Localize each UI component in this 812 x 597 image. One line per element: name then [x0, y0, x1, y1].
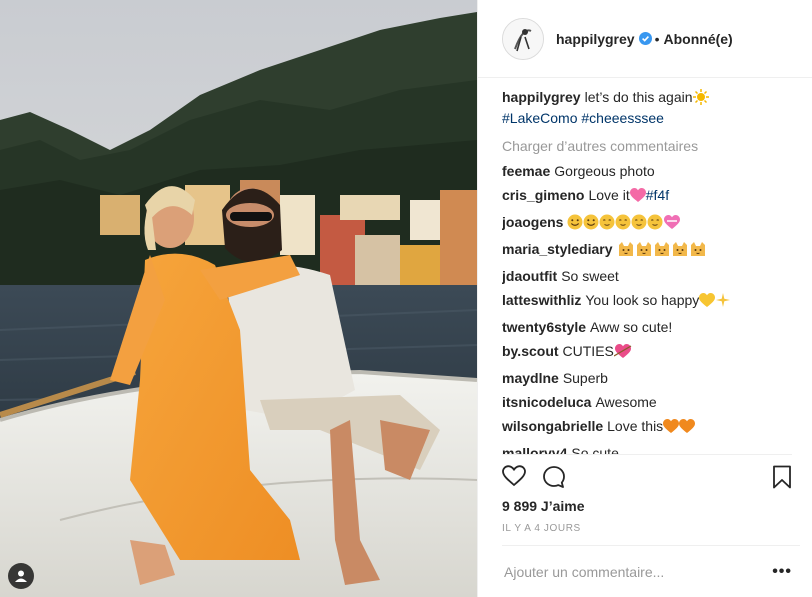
comment-row: malloryy4 So cute.: [502, 441, 800, 454]
sun-emoji-icon: [692, 89, 709, 109]
comment-text: Gorgeous photo: [554, 163, 655, 179]
cat-emoji-icon: [617, 240, 635, 264]
comment-text: Awesome: [595, 394, 657, 410]
like-heart-icon[interactable]: [502, 465, 526, 492]
comment-row: latteswithliz You look so happy: [502, 288, 800, 315]
post-photo[interactable]: [0, 0, 477, 597]
post-photo-illustration: [0, 0, 477, 597]
neutral-emoji-icon: [647, 213, 663, 237]
comment-row: by.scout CUTIES: [502, 339, 800, 366]
follow-status-button[interactable]: Abonné(e): [664, 31, 733, 47]
caption-text: let’s do this again: [584, 89, 693, 105]
comment-text: Love it: [588, 187, 630, 203]
add-comment-section: •••: [502, 545, 800, 597]
orange-heart-emoji-icon: [663, 417, 680, 441]
tagged-users-icon[interactable]: [8, 563, 34, 589]
comment-username[interactable]: feemae: [502, 163, 550, 179]
cat-emoji-icon: [653, 240, 671, 264]
hashtag-link[interactable]: #cheeesssee: [581, 110, 664, 126]
author-username[interactable]: happilygrey: [556, 31, 635, 47]
comment-text: So sweet: [561, 268, 619, 284]
comment-text: You look so happy: [585, 292, 700, 308]
comment-text: So cute.: [571, 445, 623, 454]
comment-username[interactable]: malloryy4: [502, 445, 567, 454]
avatar-image: [503, 18, 543, 59]
caption: happilygrey let’s do this again #LakeComo…: [502, 88, 800, 127]
hashtag-link[interactable]: #LakeComo: [502, 110, 578, 126]
verified-badge-icon: [638, 32, 652, 45]
comment-row: twenty6style Aww so cute!: [502, 315, 800, 339]
neutral-emoji-icon: [615, 213, 631, 237]
separator-dot: •: [654, 30, 660, 47]
comments-list[interactable]: happilygrey let’s do this again #LakeComo…: [502, 86, 800, 454]
pink-heart-emoji-icon: [629, 186, 646, 210]
comment-row: jdaoutfit So sweet: [502, 264, 800, 288]
gift-heart-emoji-icon: [663, 213, 681, 237]
comment-username[interactable]: joaogens: [502, 214, 563, 230]
likes-count[interactable]: 9 899 J’aime: [502, 498, 585, 514]
comment-text: Superb: [562, 370, 608, 386]
comment-username[interactable]: cris_gimeno: [502, 187, 584, 203]
comment-row: joaogens: [502, 210, 800, 237]
sparkles-emoji-icon: [715, 291, 731, 315]
hashtag-link[interactable]: #f4f: [646, 187, 669, 203]
comment-bubble-icon[interactable]: [542, 465, 566, 494]
neutral-emoji-icon: [631, 213, 647, 237]
comment-text: Love this: [607, 418, 664, 434]
smile-emoji-icon: [567, 213, 583, 237]
add-comment-input[interactable]: [502, 562, 756, 581]
comment-username[interactable]: jdaoutfit: [502, 268, 557, 284]
comment-row: feemae Gorgeous photo: [502, 159, 800, 183]
comment-text: Aww so cute!: [590, 319, 673, 335]
comment-row: wilsongabrielle Love this: [502, 414, 800, 441]
yellow-heart-emoji-icon: [699, 291, 716, 315]
comment-username[interactable]: itsnicodeluca: [502, 394, 591, 410]
smile-emoji-icon: [583, 213, 599, 237]
comment-row: maydlne Superb: [502, 366, 800, 390]
heart-arrow-emoji-icon: [613, 342, 632, 366]
comment-row: itsnicodeluca Awesome: [502, 390, 800, 414]
author-avatar[interactable]: [502, 17, 544, 60]
comment-username[interactable]: twenty6style: [502, 319, 586, 335]
caption-username[interactable]: happilygrey: [502, 89, 581, 105]
post-details-panel: happilygrey • Abonné(e) happilygrey let’s…: [477, 0, 812, 597]
cat-emoji-icon: [671, 240, 689, 264]
bookmark-icon[interactable]: [772, 465, 792, 494]
post-timestamp[interactable]: IL Y A 4 JOURS: [502, 523, 581, 534]
comment-username[interactable]: latteswithliz: [502, 292, 581, 308]
neutral-emoji-icon: [599, 213, 615, 237]
comment-text: CUTIES: [562, 343, 614, 359]
comment-row: cris_gimeno Love it #f4f: [502, 183, 800, 210]
load-more-comments-button[interactable]: Charger d’autres commentaires: [502, 135, 800, 157]
cat-emoji-icon: [635, 240, 653, 264]
post-header: happilygrey • Abonné(e): [478, 0, 812, 78]
more-options-icon[interactable]: •••: [772, 564, 792, 580]
comment-username[interactable]: maria_stylediary: [502, 241, 613, 257]
post-actions-bar: [502, 454, 792, 499]
comment-username[interactable]: by.scout: [502, 343, 559, 359]
comment-row: maria_stylediary: [502, 237, 800, 264]
orange-heart-emoji-icon: [679, 417, 696, 441]
cat-emoji-icon: [689, 240, 707, 264]
comment-username[interactable]: wilsongabrielle: [502, 418, 603, 434]
comment-username[interactable]: maydlne: [502, 370, 559, 386]
